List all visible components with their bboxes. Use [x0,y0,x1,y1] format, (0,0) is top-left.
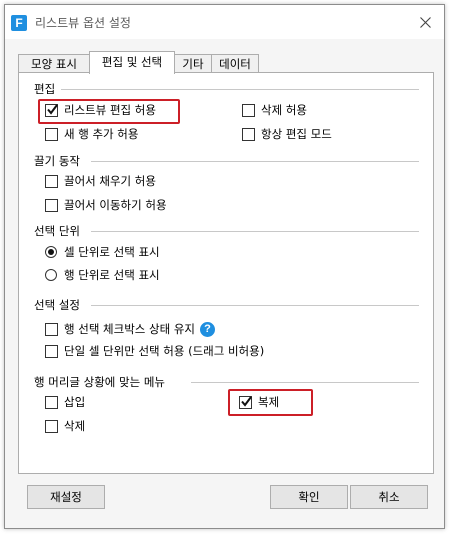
app-icon: F [11,15,27,31]
tab-panel: 편집 리스트뷰 편집 허용 새 행 추가 허용 삭제 허용 항상 편집 모드 끌… [18,72,434,474]
checkbox-label: 단일 셀 단위만 선택 허용 (드래그 비허용) [64,344,265,358]
checkbox-listview-edit[interactable]: 리스트뷰 편집 허용 [45,102,156,118]
checkbox-box[interactable] [45,103,58,117]
checkbox-drag-fill[interactable]: 끌어서 채우기 허용 [45,173,156,189]
checkbox-keep-row-check[interactable]: 행 선택 체크박스 상태 유지 ? [45,321,216,337]
group-separator [91,305,419,306]
ok-button[interactable]: 확인 [270,485,348,509]
checkbox-label: 행 선택 체크박스 상태 유지 [64,322,196,336]
checkbox-label: 복제 [258,395,280,409]
checkbox-always-edit[interactable]: 항상 편집 모드 [242,126,332,142]
reset-button[interactable]: 재설정 [27,485,105,509]
group-title-row-header-menu: 행 머리글 상황에 맞는 메뉴 [34,375,166,389]
cancel-button[interactable]: 취소 [350,485,428,509]
checkbox-label: 항상 편집 모드 [261,127,332,141]
title-bar: F 리스트뷰 옵션 설정 [5,5,444,39]
dialog-window: F 리스트뷰 옵션 설정 모양 표시 편집 및 선택 기타 데이터 편집 리스트… [4,4,445,529]
checkbox-label: 끌어서 이동하기 허용 [64,198,167,212]
group-separator [91,161,419,162]
help-icon[interactable]: ? [200,321,216,337]
checkbox-add-row[interactable]: 새 행 추가 허용 [45,126,138,142]
radio-button[interactable] [45,246,57,258]
tab-appearance[interactable]: 모양 표시 [18,54,90,73]
checkbox-box[interactable] [242,103,255,117]
checkmark-icon [241,395,252,407]
group-title-selection-unit: 선택 단위 [34,224,80,238]
checkbox-box[interactable] [239,395,252,409]
checkbox-label: 삽입 [64,395,86,409]
checkbox-box[interactable] [45,419,58,433]
group-title-drag: 끌기 동작 [34,154,80,168]
checkbox-box[interactable] [45,344,58,358]
radio-label: 셀 단위로 선택 표시 [64,245,160,259]
checkbox-delete[interactable]: 삭제 [45,418,85,434]
close-button[interactable] [406,5,444,39]
checkbox-box[interactable] [45,174,58,188]
checkbox-label: 끌어서 채우기 허용 [64,174,156,188]
radio-label: 행 단위로 선택 표시 [64,268,160,282]
checkbox-box[interactable] [45,395,58,409]
checkbox-insert[interactable]: 삽입 [45,394,85,410]
checkbox-box[interactable] [242,127,255,141]
group-separator [191,382,419,383]
radio-cell-unit[interactable]: 셀 단위로 선택 표시 [45,244,160,260]
checkbox-box[interactable] [45,198,58,212]
radio-row-unit[interactable]: 행 단위로 선택 표시 [45,267,160,283]
checkbox-label: 리스트뷰 편집 허용 [64,103,156,117]
checkbox-label: 삭제 허용 [261,103,307,117]
radio-button[interactable] [45,269,57,281]
close-icon [419,16,431,28]
checkbox-label: 삭제 [64,419,86,433]
checkbox-drag-move[interactable]: 끌어서 이동하기 허용 [45,197,167,213]
checkbox-duplicate[interactable]: 복제 [239,394,279,410]
checkbox-allow-delete[interactable]: 삭제 허용 [242,102,307,118]
checkbox-box[interactable] [45,127,58,141]
group-separator [91,231,419,232]
group-title-edit: 편집 [34,82,56,96]
checkbox-box[interactable] [45,322,58,336]
checkbox-label: 새 행 추가 허용 [64,127,139,141]
tab-edit-select[interactable]: 편집 및 선택 [89,51,175,74]
group-title-selection-settings: 선택 설정 [34,298,80,312]
tab-etc[interactable]: 기타 [174,54,212,73]
dialog-title: 리스트뷰 옵션 설정 [35,16,131,30]
group-separator [61,89,419,90]
checkmark-icon [47,103,58,115]
tab-data[interactable]: 데이터 [211,54,259,73]
checkbox-single-cell[interactable]: 단일 셀 단위만 선택 허용 (드래그 비허용) [45,343,264,359]
